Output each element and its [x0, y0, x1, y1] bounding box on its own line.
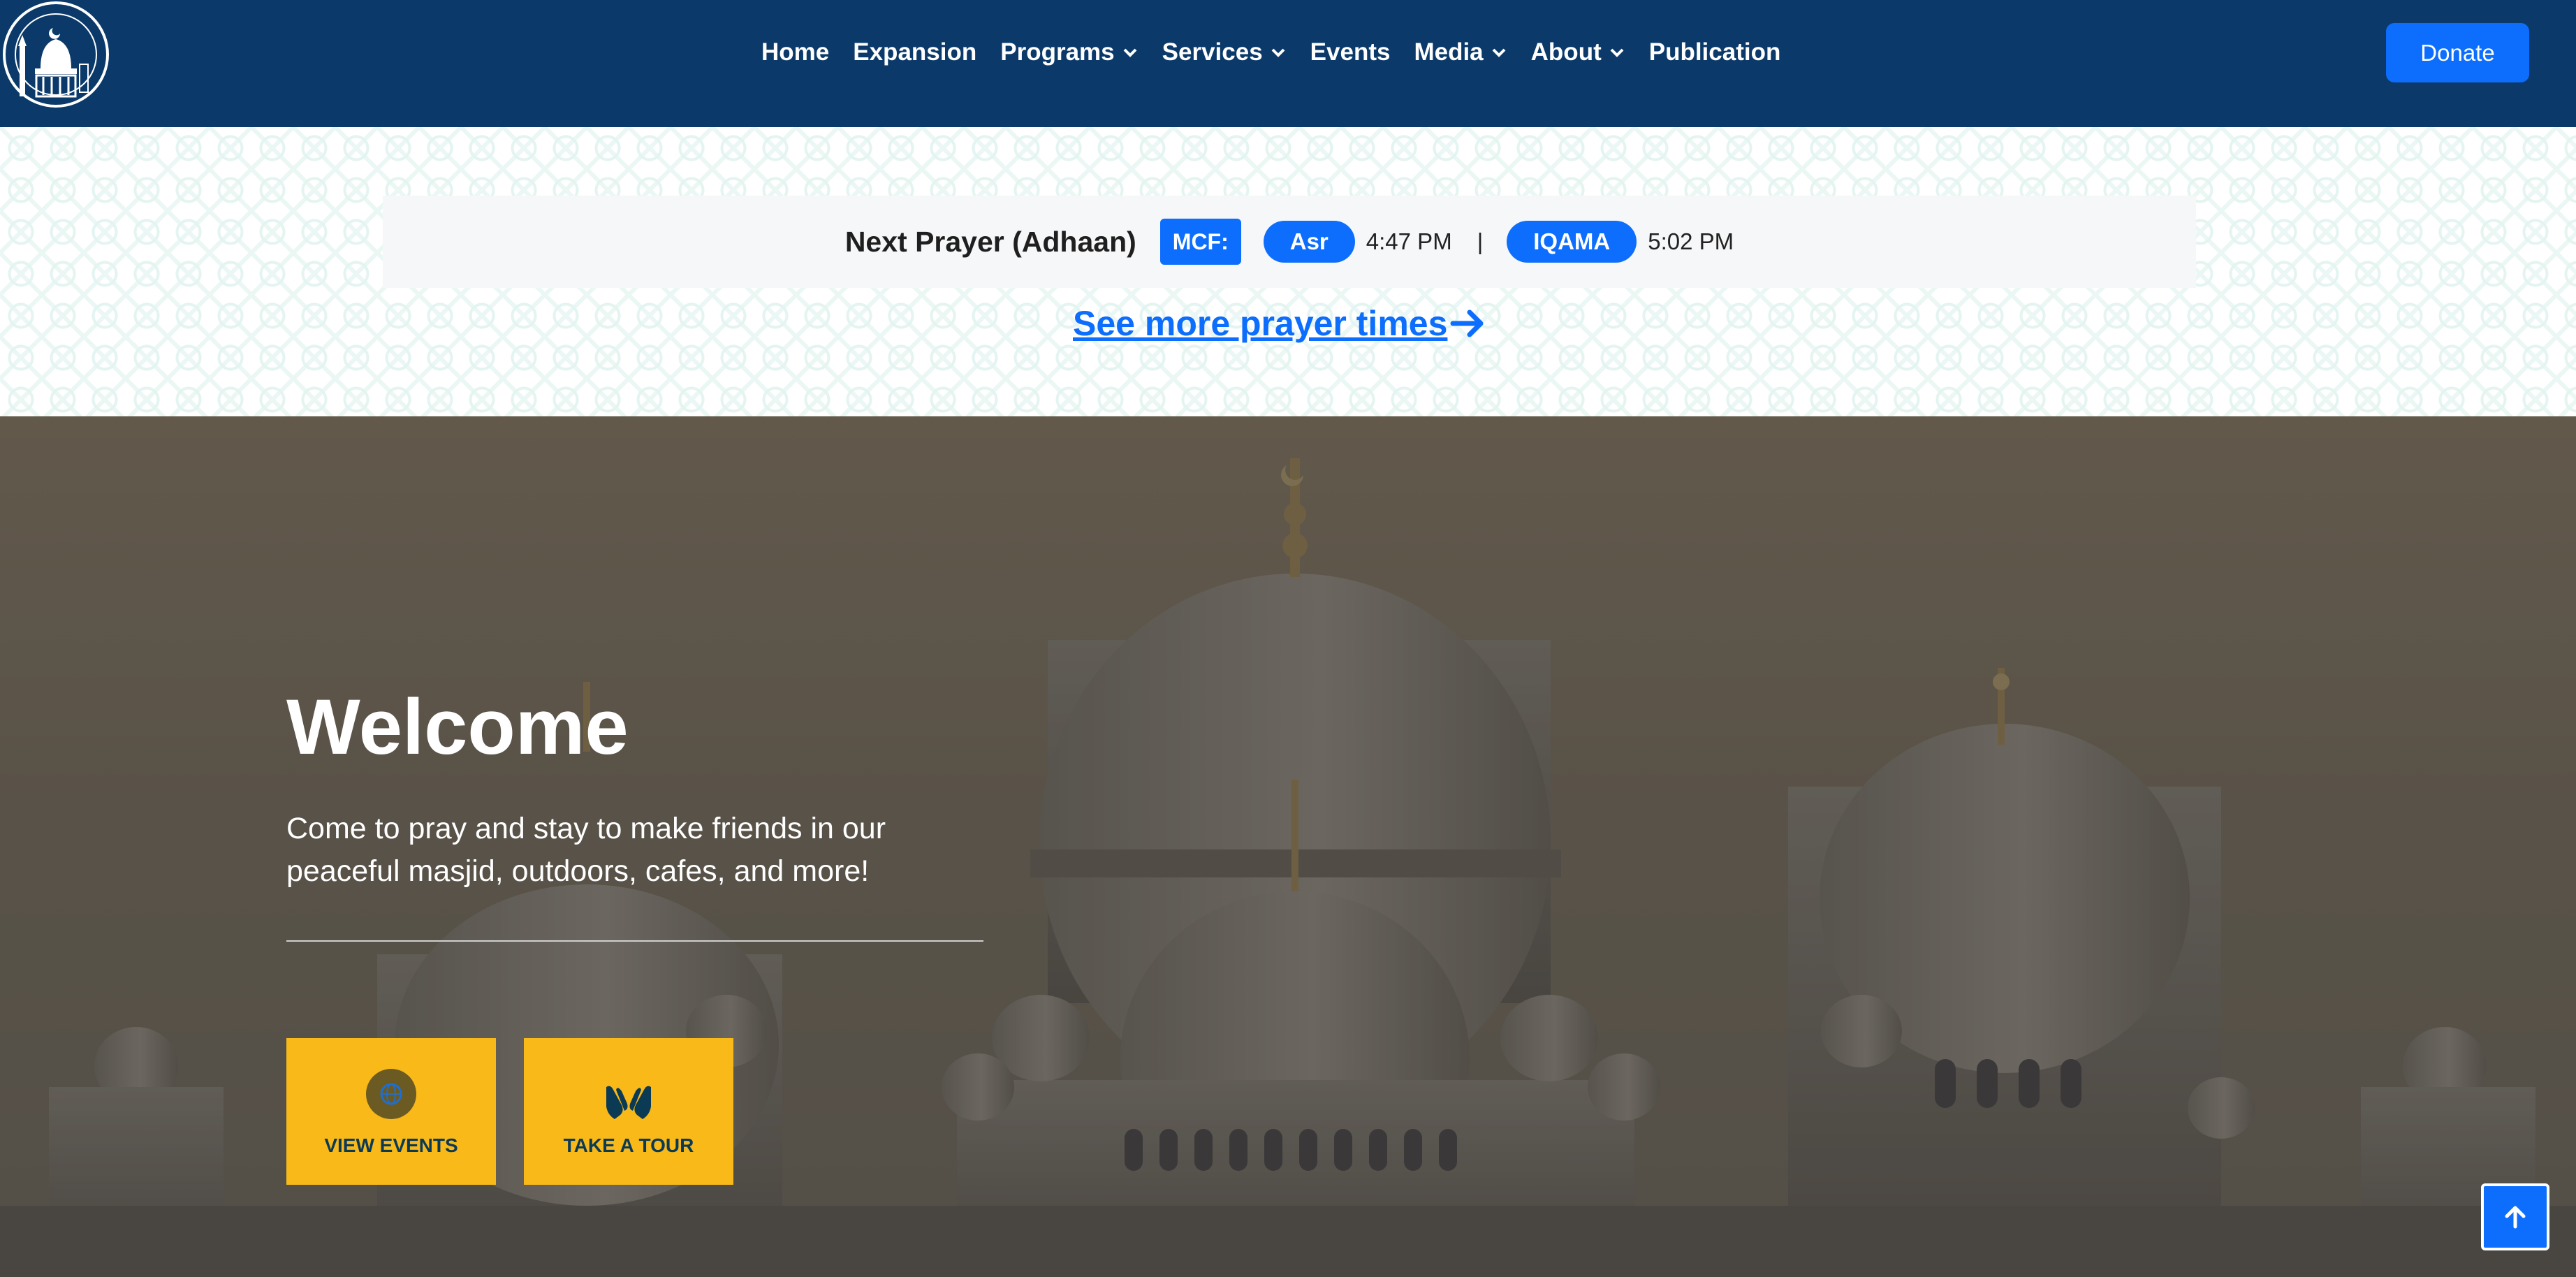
- hero-section: Welcome Come to pray and stay to make fr…: [0, 416, 2576, 1277]
- nav-services-label: Services: [1162, 38, 1263, 66]
- scroll-to-top-button[interactable]: [2481, 1183, 2549, 1250]
- prayer-name-badge: Asr: [1263, 221, 1355, 263]
- nav-media-label: Media: [1414, 38, 1484, 66]
- praying-hands-icon: [606, 1086, 651, 1119]
- take-a-tour-button[interactable]: TAKE A TOUR: [524, 1038, 733, 1185]
- nav-expansion-label: Expansion: [853, 38, 977, 66]
- nav-about-label: About: [1530, 38, 1602, 66]
- nav-home-label: Home: [761, 38, 830, 66]
- next-prayer-label: Next Prayer (Adhaan): [844, 225, 1136, 258]
- donate-button[interactable]: Donate: [2386, 23, 2529, 82]
- hero-title: Welcome: [286, 683, 629, 771]
- hero-tagline: Come to pray and stay to make friends in…: [286, 812, 886, 888]
- nav-events-label: Events: [1310, 38, 1391, 66]
- take-a-tour-label: TAKE A TOUR: [563, 1134, 694, 1156]
- adhaan-time: 4:47 PM: [1366, 228, 1452, 254]
- hero-divider: [286, 940, 983, 942]
- nav-media[interactable]: Media: [1414, 38, 1507, 66]
- iqama-time: 5:02 PM: [1648, 228, 1734, 254]
- arrow-right-icon: [1450, 309, 1484, 337]
- view-events-label: VIEW EVENTS: [324, 1134, 458, 1156]
- nav-publication-label: Publication: [1648, 38, 1781, 66]
- chevron-down-icon: [1610, 48, 1624, 57]
- nav-expansion[interactable]: Expansion: [853, 38, 976, 66]
- chevron-down-icon: [1271, 48, 1285, 57]
- location-badge: MCF:: [1159, 219, 1241, 265]
- site-header: Home Expansion Programs Services Events …: [0, 0, 2576, 127]
- time-separator: |: [1477, 228, 1484, 254]
- arrow-up-icon: [2505, 1206, 2526, 1229]
- nav-about[interactable]: About: [1531, 38, 1625, 66]
- globe-icon: [366, 1069, 416, 1119]
- chevron-down-icon: [1123, 48, 1137, 57]
- nav-programs-label: Programs: [1000, 38, 1115, 66]
- nav-events[interactable]: Events: [1310, 38, 1391, 66]
- see-more-label: See more prayer times: [1073, 304, 1448, 343]
- view-events-button[interactable]: VIEW EVENTS: [286, 1038, 496, 1185]
- iqama-badge: IQAMA: [1507, 221, 1637, 263]
- nav-publication[interactable]: Publication: [1649, 38, 1781, 66]
- mosque-logo[interactable]: [0, 0, 115, 112]
- main-nav: Home Expansion Programs Services Events …: [761, 0, 1780, 105]
- prayer-times-bar: Next Prayer (Adhaan) MCF: Asr 4:47 PM | …: [383, 196, 2196, 288]
- nav-services[interactable]: Services: [1162, 38, 1287, 66]
- nav-home[interactable]: Home: [761, 38, 829, 66]
- see-more-prayer-times-link[interactable]: See more prayer times: [1073, 299, 1486, 348]
- chevron-down-icon: [1492, 48, 1506, 57]
- nav-programs[interactable]: Programs: [1000, 38, 1138, 66]
